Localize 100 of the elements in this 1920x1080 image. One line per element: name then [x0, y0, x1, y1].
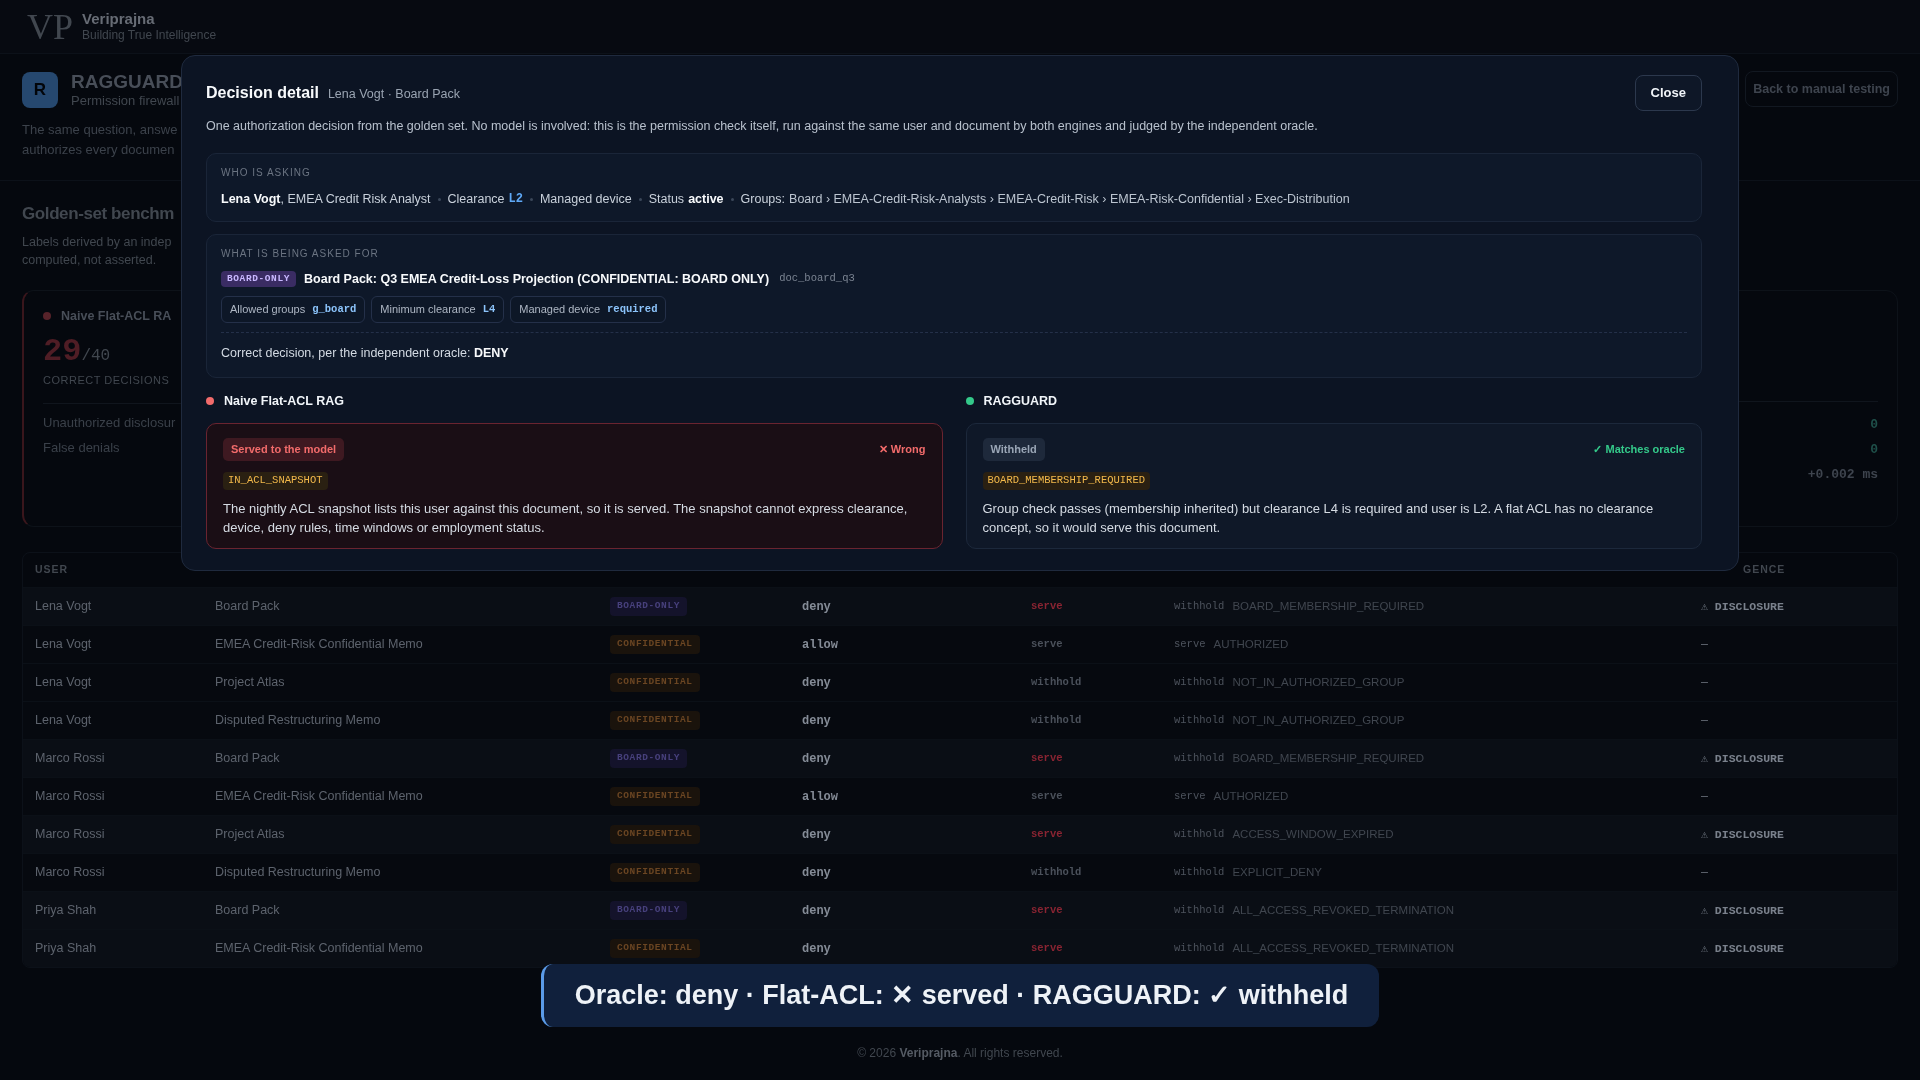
close-button[interactable]: Close	[1634, 75, 1702, 111]
reason-code: EXPLICIT_DENY	[1232, 864, 1322, 880]
divergence-cell-text: –	[1701, 674, 1708, 692]
document-cell-text: Project Atlas	[215, 674, 285, 692]
ragguard-decision: withhold	[1174, 864, 1225, 880]
divergence-cell-text: ⚠ DISCLOSURE	[1701, 750, 1784, 767]
ragguard-decision: withhold	[1174, 750, 1225, 766]
document-cell-text: Board Pack	[215, 750, 280, 768]
outcome-badge: Withheld	[982, 438, 1045, 461]
divergence-cell-text: ⚠ DISCLOSURE	[1701, 598, 1784, 615]
flat-acl-decision: serve	[1031, 826, 1063, 842]
requirement-value: required	[607, 301, 658, 317]
user-cell-text: Marco Rossi	[35, 864, 105, 882]
tier-badge: CONFIDENTIAL	[610, 787, 700, 806]
attribute-label: Clearance	[447, 191, 505, 208]
divergence-cell-text: –	[1701, 864, 1708, 882]
document-cell-text: EMEA Credit-Risk Confidential Memo	[215, 636, 423, 654]
divergence-cell-text: ⚠ DISCLOSURE	[1701, 940, 1784, 957]
product-name: RAGGUARD	[71, 71, 183, 93]
metric-value: 0	[1870, 416, 1878, 434]
document-title: Board Pack: Q3 EMEA Credit-Loss Projection (CONFIDENTIAL: BOARD ONLY)	[304, 270, 770, 288]
requirement-value: g_board	[312, 301, 357, 317]
explanation-text: The nightly ACL snapshot lists this user against this document, so it is served. The snapshot cannot express clearance, device, deny rules, time windows or employment status.	[223, 499, 909, 537]
reason-code: ALL_ACCESS_REVOKED_TERMINATION	[1232, 902, 1454, 918]
section-description: Labels derived by an indep computed, not asserted.	[22, 234, 172, 269]
verdict-label: ✓ Matches oracle	[1593, 442, 1685, 458]
requirement-label: Minimum clearance	[380, 302, 476, 318]
divergence-cell-text: ⚠ DISCLOSURE	[1701, 826, 1784, 843]
flat-acl-decision: serve	[1031, 598, 1063, 614]
reason-code: AUTHORIZED	[1213, 636, 1289, 652]
expected-decision: deny	[802, 598, 831, 616]
oracle-decision: Correct decision, per the independent oracle: DENY	[221, 346, 509, 360]
attribute-value: active	[688, 191, 724, 208]
expected-decision: deny	[802, 826, 831, 844]
brand-name: Veriprajna	[82, 10, 155, 28]
dialog-title: Decision detail	[206, 83, 319, 103]
document-cell-text: EMEA Credit-Risk Confidential Memo	[215, 940, 423, 958]
reason-code: AUTHORIZED	[1213, 788, 1289, 804]
attribute-label: Status	[648, 191, 685, 208]
product-logo: R	[22, 72, 58, 108]
ragguard-decision: withhold	[1174, 940, 1225, 956]
section-label: WHAT IS BEING ASKED FOR	[221, 247, 379, 261]
ragguard-decision: serve	[1174, 788, 1206, 804]
expected-decision: allow	[802, 636, 838, 654]
flat-acl-decision: serve	[1031, 636, 1063, 652]
expected-decision: deny	[802, 750, 831, 768]
attribute-label: Managed device	[539, 191, 632, 208]
document-cell-text: EMEA Credit-Risk Confidential Memo	[215, 788, 423, 806]
tier-badge: CONFIDENTIAL	[610, 825, 700, 844]
ragguard-decision: withhold	[1174, 826, 1225, 842]
expected-decision: deny	[802, 940, 831, 958]
intro-text: The same question, answe authorizes every documen	[22, 121, 178, 159]
divergence-cell-text: –	[1701, 712, 1708, 730]
user-cell-text: Lena Vogt	[35, 674, 92, 692]
ragguard-decision: serve	[1174, 636, 1206, 652]
expected-decision: deny	[802, 902, 831, 920]
reason-code: BOARD_MEMBERSHIP_REQUIRED	[1232, 750, 1425, 766]
reason-code: NOT_IN_AUTHORIZED_GROUP	[1232, 674, 1405, 690]
tier-badge: CONFIDENTIAL	[610, 939, 700, 958]
flat-acl-decision: withhold	[1031, 864, 1082, 880]
tier-badge: BOARD-ONLY	[610, 901, 687, 920]
footer-text: © 2026 Veriprajna. All rights reserved.	[857, 1045, 1063, 1061]
metric-value: +0.002 ms	[1807, 466, 1878, 484]
user-cell-text: Marco Rossi	[35, 788, 105, 806]
flat-acl-decision: serve	[1031, 940, 1063, 956]
user-cell-text: Lena Vogt	[35, 636, 92, 654]
ragguard-decision: withhold	[1174, 598, 1225, 614]
outcome-badge: Served to the model	[223, 438, 345, 461]
requester-name: Lena Vogt, EMEA Credit Risk Analyst	[221, 191, 431, 208]
user-cell-text: Priya Shah	[35, 940, 97, 958]
flat-acl-decision: serve	[1031, 750, 1063, 766]
expected-decision: allow	[802, 788, 838, 806]
metric-label: Unauthorized disclosur	[43, 414, 176, 432]
flat-acl-decision: serve	[1031, 788, 1063, 804]
dialog-subtitle: Lena Vogt · Board Pack	[327, 86, 460, 103]
reason-code: IN_ACL_SNAPSHOT	[223, 472, 328, 490]
expected-decision: deny	[802, 674, 831, 692]
flat-acl-decision: withhold	[1031, 674, 1082, 690]
attribute-value: Board › EMEA-Credit-Risk-Analysts › EMEA-Credit-Risk › EMEA-Risk-Confidential › Exec-Distribution	[789, 191, 1350, 208]
divergence-cell-text: –	[1701, 788, 1708, 806]
document-cell-text: Project Atlas	[215, 826, 285, 844]
divergence-cell-text: –	[1701, 636, 1708, 654]
logo-monogram: VP	[27, 6, 74, 47]
requirement-value: L4	[482, 301, 496, 317]
reason-code: BOARD_MEMBERSHIP_REQUIRED	[982, 472, 1151, 490]
tier-badge: CONFIDENTIAL	[610, 635, 700, 654]
document-cell-text: Disputed Restructuring Memo	[215, 864, 381, 882]
toast-message: Oracle: deny · Flat-ACL: ✕ served · RAGGUARD: ✓ withheld	[574, 979, 1349, 1013]
flat-acl-decision: withhold	[1031, 712, 1082, 728]
tier-badge: CONFIDENTIAL	[610, 863, 700, 882]
tier-badge: BOARD-ONLY	[610, 749, 687, 768]
section-title: Golden-set benchm	[22, 203, 174, 225]
reason-code: NOT_IN_AUTHORIZED_GROUP	[1232, 712, 1405, 728]
ragguard-decision: withhold	[1174, 712, 1225, 728]
document-cell-text: Board Pack	[215, 902, 280, 920]
section-label: WHO IS ASKING	[221, 166, 311, 180]
metric-label: False denials	[43, 439, 120, 457]
engine-name: Naive Flat-ACL RA	[61, 308, 172, 324]
ragguard-decision: withhold	[1174, 674, 1225, 690]
user-cell-text: Marco Rossi	[35, 750, 105, 768]
